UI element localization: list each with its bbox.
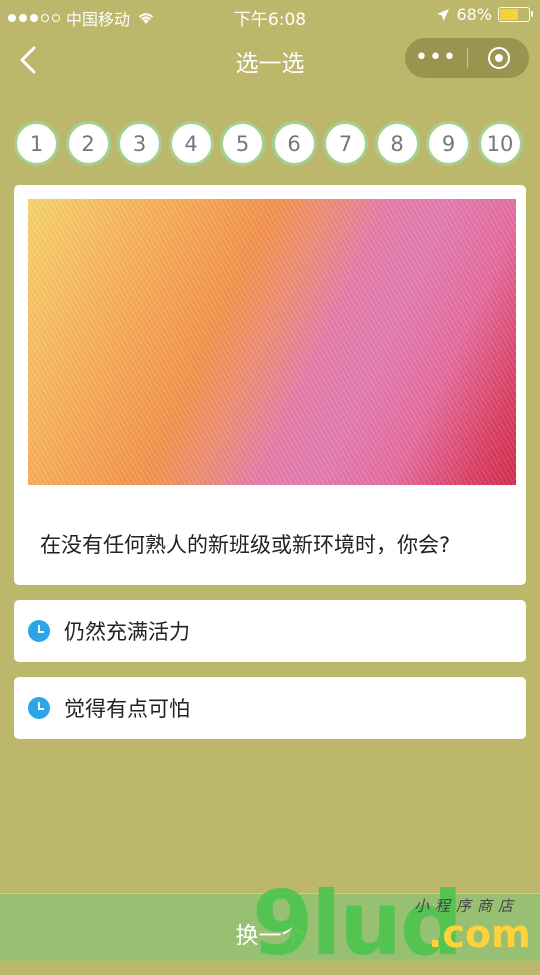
watermark-domain: .com xyxy=(428,912,531,956)
mini-program-capsule: ••• xyxy=(405,38,529,78)
battery-percent: 68% xyxy=(456,5,492,24)
option-label: 觉得有点可怕 xyxy=(64,697,190,721)
location-arrow-icon xyxy=(437,8,450,21)
clock-icon xyxy=(28,697,50,719)
number-item[interactable]: 9 xyxy=(426,121,471,166)
question-number-list: 1 2 3 4 5 6 7 8 9 10 xyxy=(14,121,526,169)
status-bar: 中国移动 下午6:08 68% xyxy=(0,0,540,30)
number-item[interactable]: 8 xyxy=(374,121,420,166)
question-text: 在没有任何熟人的新班级或新环境时，你会? xyxy=(40,533,451,557)
close-program-button[interactable] xyxy=(468,47,529,69)
answer-option[interactable]: 觉得有点可怕 xyxy=(14,677,526,739)
clock-icon xyxy=(28,620,50,642)
answer-option[interactable]: 仍然充满活力 xyxy=(14,600,526,662)
more-menu-button[interactable]: ••• xyxy=(405,38,467,78)
number-item[interactable]: 3 xyxy=(117,121,162,166)
number-item[interactable]: 1 xyxy=(14,121,59,166)
number-item[interactable]: 10 xyxy=(477,121,523,166)
question-image xyxy=(28,199,516,485)
question-card: 在没有任何熟人的新班级或新环境时，你会? xyxy=(14,185,526,585)
nav-bar: 选一选 ••• xyxy=(0,30,540,90)
number-item[interactable]: 4 xyxy=(168,121,214,166)
number-item[interactable]: 2 xyxy=(65,121,111,166)
number-item[interactable]: 5 xyxy=(220,121,265,166)
battery-icon xyxy=(498,7,533,22)
status-right: 68% xyxy=(436,5,533,24)
option-label: 仍然充满活力 xyxy=(64,620,190,644)
number-item[interactable]: 7 xyxy=(323,121,368,166)
target-icon xyxy=(487,47,510,69)
number-item[interactable]: 6 xyxy=(271,121,317,166)
